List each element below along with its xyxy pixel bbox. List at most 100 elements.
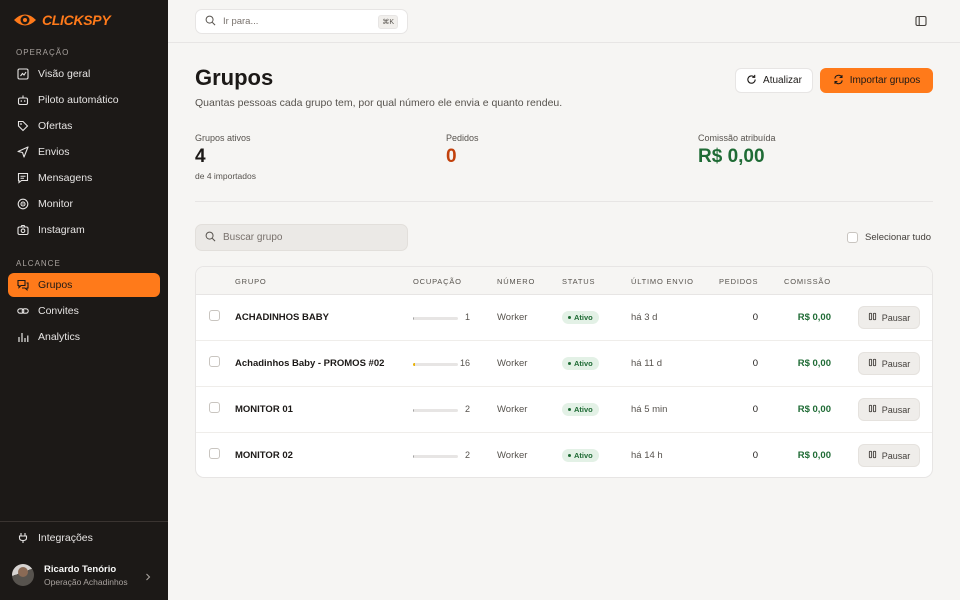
link-icon (17, 305, 29, 317)
sidebar-item-piloto-automatico[interactable]: Piloto automático (8, 88, 160, 112)
stat-label: Comissão atribuída (698, 133, 776, 143)
sidebar-item-ofertas[interactable]: Ofertas (8, 114, 160, 138)
pause-label: Pausar (881, 404, 911, 415)
row-checkbox[interactable] (209, 356, 220, 367)
sender-number: Worker (497, 404, 528, 415)
main-content: Grupos Quantas pessoas cada grupo tem, p… (168, 43, 960, 600)
occupancy-bar (413, 363, 458, 366)
status-dot-icon (568, 454, 571, 457)
status-label: Ativo (574, 313, 593, 322)
occupancy-count: 1 (464, 312, 470, 322)
sidebar-item-label: Envios (38, 146, 70, 158)
occupancy-count: 2 (464, 450, 470, 460)
select-all-toggle[interactable]: Selecionar tudo (847, 232, 931, 243)
panel-toggle-icon[interactable] (915, 14, 927, 27)
row-checkbox[interactable] (209, 402, 220, 413)
sidebar-item-label: Piloto automático (38, 94, 119, 106)
pause-button[interactable]: Pausar (858, 352, 920, 375)
column-header-comissao: COMISSÃO (784, 277, 831, 286)
pause-button[interactable]: Pausar (858, 444, 920, 467)
pause-button[interactable]: Pausar (858, 306, 920, 329)
sidebar-item-label: Instagram (38, 224, 85, 236)
section-label-operacao: OPERAÇÃO (16, 48, 70, 57)
sidebar-item-label: Convites (38, 305, 79, 317)
select-all-label: Selecionar tudo (865, 232, 932, 243)
pause-icon (868, 450, 877, 461)
import-groups-button[interactable]: Importar grupos (820, 68, 933, 93)
select-all-checkbox[interactable] (847, 232, 858, 243)
sidebar-item-envios[interactable]: Envios (8, 140, 160, 164)
pause-button[interactable]: Pausar (858, 398, 920, 421)
plug-icon (17, 532, 29, 544)
sidebar: CLICKSPY OPERAÇÃO Visão geral Piloto aut… (0, 0, 168, 600)
user-menu[interactable]: Ricardo Tenório Operação Achadinhos (12, 560, 160, 590)
group-search-input[interactable]: Buscar grupo (195, 224, 408, 251)
command-search[interactable]: Ir para... ⌘K (195, 9, 408, 34)
sidebar-item-instagram[interactable]: Instagram (8, 218, 160, 242)
pause-label: Pausar (881, 450, 911, 461)
column-header-status: STATUS (562, 277, 596, 286)
commission-value: R$ 0,00 (797, 450, 831, 461)
stat-value: 4 (195, 146, 206, 167)
last-send: há 3 d (631, 312, 658, 323)
status-label: Ativo (574, 451, 593, 460)
page-subtitle: Quantas pessoas cada grupo tem, por qual… (195, 97, 563, 109)
robot-icon (17, 94, 29, 106)
table-row[interactable]: ACHADINHOS BABY 1 Worker Ativo há 3 d 0 … (196, 295, 932, 341)
sidebar-item-label: Analytics (38, 331, 81, 343)
stat-comissao: Comissão atribuída R$ 0,00 (698, 133, 776, 168)
table-row[interactable]: MONITOR 02 2 Worker Ativo há 14 h 0 R$ 0… (196, 433, 932, 477)
stat-label: Grupos ativos (195, 133, 251, 143)
table-row[interactable]: MONITOR 01 2 Worker Ativo há 5 min 0 R$ … (196, 387, 932, 433)
occupancy-bar (413, 455, 458, 458)
pause-label: Pausar (881, 312, 911, 323)
pause-icon (868, 312, 877, 323)
sync-icon (833, 74, 844, 88)
sidebar-item-monitor[interactable]: Monitor (8, 192, 160, 216)
column-header-grupo: GRUPO (235, 277, 267, 286)
sidebar-item-label: Grupos (38, 279, 73, 291)
status-dot-icon (568, 408, 571, 411)
brand[interactable]: CLICKSPY (12, 10, 111, 30)
sidebar-item-visao-geral[interactable]: Visão geral (8, 62, 160, 86)
last-send: há 11 d (631, 358, 662, 369)
sidebar-item-convites[interactable]: Convites (8, 299, 160, 323)
sidebar-item-label: Visão geral (38, 68, 91, 80)
sidebar-item-analytics[interactable]: Analytics (8, 325, 160, 349)
pause-icon (868, 404, 877, 415)
refresh-icon (746, 74, 757, 88)
group-name: ACHADINHOS BABY (235, 312, 329, 323)
sender-number: Worker (497, 450, 528, 461)
stat-grupos-ativos: Grupos ativos 4 de 4 importados (195, 133, 256, 181)
stat-value: R$ 0,00 (698, 146, 765, 167)
status-label: Ativo (574, 405, 593, 414)
send-icon (17, 146, 29, 158)
status-badge: Ativo (562, 311, 599, 324)
occupancy-fill (413, 363, 415, 366)
sender-number: Worker (497, 312, 528, 323)
user-role: Operação Achadinhos (44, 576, 128, 587)
row-checkbox[interactable] (209, 310, 220, 321)
sidebar-item-grupos[interactable]: Grupos (8, 273, 160, 297)
group-name: MONITOR 02 (235, 450, 293, 461)
occupancy-count: 2 (464, 404, 470, 414)
clickspy-logo-icon (12, 10, 38, 30)
column-header-pedidos: PEDIDOS (719, 277, 759, 286)
sidebar-item-integracoes[interactable]: Integrações (8, 526, 160, 550)
stat-note: de 4 importados (195, 171, 256, 181)
sidebar-item-label: Integrações (38, 532, 93, 544)
refresh-button[interactable]: Atualizar (735, 68, 813, 93)
import-groups-label: Importar grupos (849, 75, 921, 86)
last-send: há 5 min (631, 404, 668, 415)
radar-icon (17, 198, 29, 210)
stat-pedidos: Pedidos 0 (446, 133, 479, 168)
status-badge: Ativo (562, 357, 599, 370)
pause-label: Pausar (881, 358, 911, 369)
groups-icon (17, 279, 29, 291)
occupancy-bar (413, 409, 458, 412)
row-checkbox[interactable] (209, 448, 220, 459)
commission-value: R$ 0,00 (797, 312, 831, 323)
sidebar-item-mensagens[interactable]: Mensagens (8, 166, 160, 190)
table-row[interactable]: Achadinhos Baby - PROMOS #02 16 Worker A… (196, 341, 932, 387)
status-dot-icon (568, 316, 571, 319)
